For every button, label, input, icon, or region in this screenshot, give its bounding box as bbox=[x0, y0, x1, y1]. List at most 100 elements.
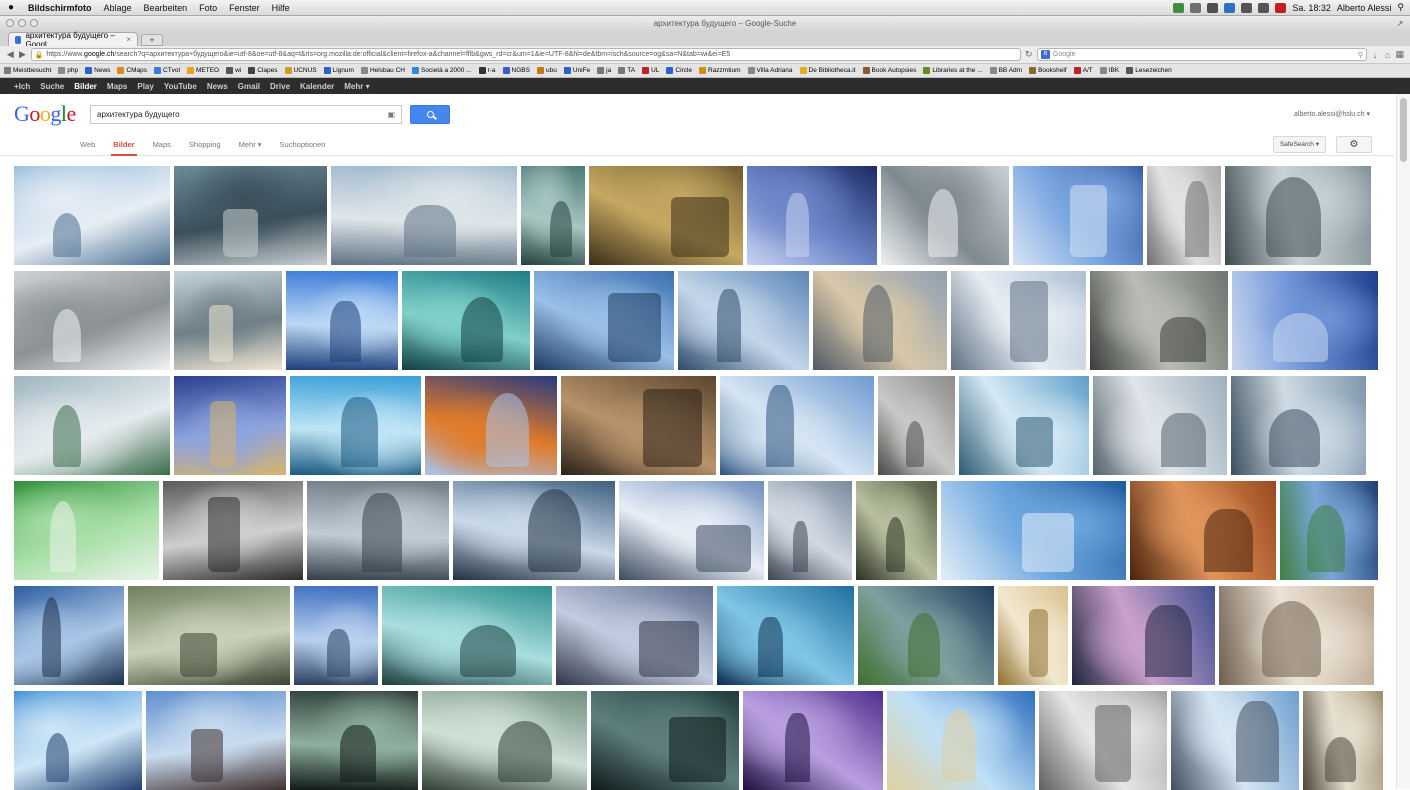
image-result-thumbnail[interactable] bbox=[747, 166, 877, 265]
image-result-thumbnail[interactable] bbox=[1090, 271, 1228, 370]
tab-web[interactable]: Web bbox=[80, 134, 95, 156]
tab-close-icon[interactable]: × bbox=[126, 35, 131, 44]
camera-icon[interactable]: ▣ bbox=[387, 110, 395, 119]
image-result-thumbnail[interactable] bbox=[14, 166, 170, 265]
home-icon[interactable]: ⌂ bbox=[1383, 50, 1391, 60]
google-search-button[interactable] bbox=[410, 104, 450, 124]
bookmark-item[interactable]: IBK bbox=[1099, 67, 1119, 74]
image-result-thumbnail[interactable] bbox=[1303, 691, 1383, 790]
image-result-thumbnail[interactable] bbox=[14, 586, 124, 685]
tab-shopping[interactable]: Shopping bbox=[189, 134, 221, 156]
gbar-link[interactable]: News bbox=[207, 82, 228, 91]
bookmark-item[interactable]: r-a bbox=[478, 67, 496, 74]
user-name[interactable]: Alberto Alessi bbox=[1337, 3, 1392, 13]
bookmark-item[interactable]: CTvol bbox=[154, 67, 180, 74]
tab-suchoptionen[interactable]: Suchoptionen bbox=[280, 134, 326, 156]
bookmark-item[interactable]: Libraries at the ... bbox=[923, 67, 983, 74]
bookmark-item[interactable]: Meistbesucht bbox=[4, 67, 51, 74]
image-result-thumbnail[interactable] bbox=[998, 586, 1068, 685]
reload-icon[interactable]: ↻ bbox=[1025, 49, 1033, 60]
bookmark-item[interactable]: A/T bbox=[1073, 67, 1093, 74]
search-glass-icon[interactable]: ⚲ bbox=[1358, 51, 1363, 59]
spotlight-icon[interactable]: ⚲ bbox=[1397, 2, 1404, 13]
bookmark-item[interactable]: Clapes bbox=[248, 67, 278, 74]
url-field[interactable]: 🔒 https://www. google.ch/search?q=архитек… bbox=[30, 48, 1021, 61]
menu-fenster[interactable]: Fenster bbox=[223, 3, 266, 13]
image-result-thumbnail[interactable] bbox=[1219, 586, 1374, 685]
tab-mehr[interactable]: Mehr ▾ bbox=[239, 134, 262, 156]
menu-foto[interactable]: Foto bbox=[193, 3, 223, 13]
menu-hilfe[interactable]: Hilfe bbox=[266, 3, 296, 13]
gbar-link[interactable]: +Ich bbox=[14, 82, 30, 91]
menu-app-name[interactable]: Bildschirmfoto bbox=[22, 3, 98, 13]
new-tab-button[interactable]: + bbox=[141, 34, 163, 46]
image-result-thumbnail[interactable] bbox=[591, 691, 739, 790]
image-result-thumbnail[interactable] bbox=[1225, 166, 1371, 265]
bookmark-item[interactable]: Società a 2000 ... bbox=[412, 67, 472, 74]
image-result-thumbnail[interactable] bbox=[556, 586, 713, 685]
google-logo[interactable]: Google bbox=[14, 101, 86, 127]
image-result-thumbnail[interactable] bbox=[1093, 376, 1227, 475]
image-result-thumbnail[interactable] bbox=[1232, 271, 1378, 370]
gbar-link[interactable]: Gmail bbox=[238, 82, 260, 91]
image-result-thumbnail[interactable] bbox=[959, 376, 1089, 475]
google-search-input[interactable]: архитектура будущего ▣ bbox=[90, 104, 402, 124]
apple-icon[interactable]: ● bbox=[0, 2, 22, 13]
menu-ablage[interactable]: Ablage bbox=[98, 3, 138, 13]
image-result-thumbnail[interactable] bbox=[331, 166, 517, 265]
image-result-thumbnail[interactable] bbox=[402, 271, 530, 370]
image-result-thumbnail[interactable] bbox=[14, 481, 159, 580]
image-result-thumbnail[interactable] bbox=[678, 271, 809, 370]
image-result-thumbnail[interactable] bbox=[286, 271, 398, 370]
image-result-thumbnail[interactable] bbox=[146, 691, 286, 790]
zoom-window-icon[interactable] bbox=[30, 19, 38, 27]
browser-search-field[interactable]: 8 Google ⚲ bbox=[1036, 48, 1367, 61]
image-result-thumbnail[interactable] bbox=[294, 586, 378, 685]
bookmark-item[interactable]: php bbox=[58, 67, 78, 74]
image-result-thumbnail[interactable] bbox=[14, 271, 170, 370]
image-result-thumbnail[interactable] bbox=[941, 481, 1126, 580]
image-result-thumbnail[interactable] bbox=[174, 376, 286, 475]
image-result-thumbnail[interactable] bbox=[14, 376, 170, 475]
bookmark-item[interactable]: Book Autopsies bbox=[862, 67, 916, 74]
bookmark-item[interactable]: Helsbau CH bbox=[360, 67, 405, 74]
bookmark-item[interactable]: wi bbox=[226, 67, 241, 74]
image-result-thumbnail[interactable] bbox=[743, 691, 883, 790]
tab-maps[interactable]: Maps bbox=[153, 134, 171, 156]
fullscreen-icon[interactable]: ↗ bbox=[1390, 19, 1410, 28]
image-result-thumbnail[interactable] bbox=[425, 376, 557, 475]
menu-bearbeiten[interactable]: Bearbeiten bbox=[138, 3, 194, 13]
image-result-thumbnail[interactable] bbox=[290, 376, 421, 475]
bookmark-item[interactable]: Circle bbox=[666, 67, 692, 74]
image-result-thumbnail[interactable] bbox=[1013, 166, 1143, 265]
gear-icon[interactable]: ⚙ bbox=[1336, 136, 1372, 153]
image-result-thumbnail[interactable] bbox=[174, 271, 282, 370]
gbar-link[interactable]: Drive bbox=[270, 82, 290, 91]
forward-icon[interactable]: ▶ bbox=[18, 49, 26, 60]
flag-icon[interactable] bbox=[1275, 2, 1287, 13]
image-result-thumbnail[interactable] bbox=[881, 166, 1009, 265]
image-result-thumbnail[interactable] bbox=[163, 481, 303, 580]
image-result-thumbnail[interactable] bbox=[887, 691, 1035, 790]
google-engine-icon[interactable]: 8 bbox=[1040, 50, 1050, 59]
bookmark-item[interactable]: Razzmtium bbox=[699, 67, 741, 74]
bookmark-item[interactable]: De Bibliotheca.it bbox=[799, 67, 856, 74]
image-result-thumbnail[interactable] bbox=[717, 586, 854, 685]
image-result-thumbnail[interactable] bbox=[561, 376, 716, 475]
image-result-thumbnail[interactable] bbox=[1147, 166, 1221, 265]
image-result-thumbnail[interactable] bbox=[422, 691, 587, 790]
gbar-link[interactable]: Maps bbox=[107, 82, 127, 91]
bookmark-item[interactable]: Lignum bbox=[323, 67, 354, 74]
image-result-thumbnail[interactable] bbox=[589, 166, 743, 265]
gbar-link[interactable]: Suche bbox=[40, 82, 64, 91]
addon-icon[interactable]: ▦ bbox=[1395, 49, 1404, 60]
gbar-link[interactable]: Play bbox=[137, 82, 153, 91]
bookmark-item[interactable]: UL bbox=[642, 67, 659, 74]
bookmark-item[interactable]: UCNUS bbox=[284, 67, 317, 74]
image-result-thumbnail[interactable] bbox=[1039, 691, 1167, 790]
bookmark-item[interactable]: UniFe bbox=[563, 67, 590, 74]
close-window-icon[interactable] bbox=[6, 19, 14, 27]
image-result-thumbnail[interactable] bbox=[768, 481, 852, 580]
bookmark-item[interactable]: NGBS bbox=[502, 67, 530, 74]
gbar-link[interactable]: Bilder bbox=[74, 82, 97, 91]
